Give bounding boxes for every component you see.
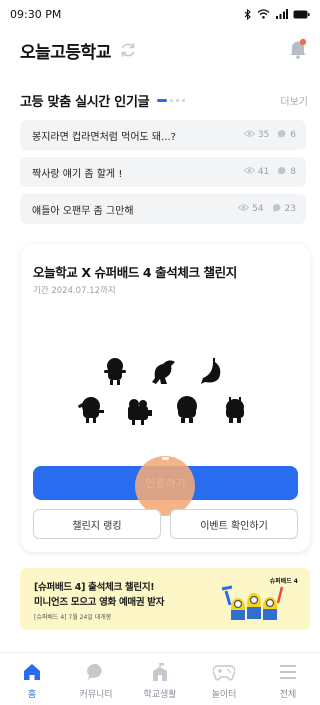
gamepad-icon <box>213 661 235 683</box>
minion-stamp-grid <box>21 356 310 436</box>
comment-count: 8 <box>290 167 296 177</box>
minion-silhouette-icon <box>125 396 153 426</box>
nav-label: 전체 <box>279 690 297 700</box>
status-icons <box>244 8 310 20</box>
minion-silhouette-icon <box>221 394 249 424</box>
post-title: 얘들아 오팬무 좀 그만해 <box>32 205 134 217</box>
post-title: 짝사랑 얘기 좀 할게 ! <box>32 168 123 180</box>
touch-indicator <box>135 456 195 516</box>
carousel-dot-active <box>157 98 168 102</box>
event-check-button[interactable]: 이벤트 확인하기 <box>170 509 298 539</box>
wifi-icon <box>257 9 270 19</box>
challenge-period: 기간 2024.07.12까지 <box>33 286 116 296</box>
section-title: 고등 맞춤 실시간 인기글 <box>20 94 150 110</box>
challenge-card: 오늘학교 X 슈퍼배드 4 출석체크 챌린지 기간 2024.07.12까지 인… <box>21 244 310 552</box>
hot-post-item[interactable]: 봉지라면 컵라면처럼 먹어도 돼...? 35 6 <box>20 120 306 150</box>
menu-icon <box>279 661 297 683</box>
carousel-indicator <box>157 98 186 102</box>
view-count: 35 <box>257 130 270 140</box>
minion-silhouette-icon <box>149 356 177 386</box>
nav-label: 커뮤니티 <box>79 690 113 700</box>
view-count: 41 <box>257 167 270 177</box>
comment-icon <box>277 166 287 179</box>
bell-icon[interactable] <box>288 38 308 64</box>
hot-post-item[interactable]: 얘들아 오팬무 좀 그만해 54 23 <box>20 194 306 224</box>
view-count: 54 <box>252 204 264 214</box>
banner-release-note: [슈퍼배드 4] 7월 24일 대개봉 <box>34 614 112 621</box>
battery-icon <box>293 10 310 19</box>
bottom-nav: 홈 커뮤니티 학교생활 놀이터 전체 <box>0 652 320 705</box>
comment-icon <box>277 129 287 142</box>
nav-label: 학교생활 <box>143 690 177 700</box>
banner-subheadline: 미니언즈 모으고 영화 예매권 받자 <box>34 597 165 608</box>
banner-headline: [슈퍼배드 4] 출석체크 챌린지! <box>34 582 155 593</box>
carousel-dot <box>182 98 186 102</box>
nav-label: 홈 <box>27 690 37 700</box>
status-time: 09:30 PM <box>10 7 62 21</box>
minions-illustration <box>220 583 290 627</box>
nav-item-all[interactable]: 전체 <box>256 653 320 705</box>
minion-silhouette-icon <box>173 394 201 424</box>
challenge-ranking-button[interactable]: 챌린지 랭킹 <box>33 509 161 539</box>
comment-count: 6 <box>290 130 296 140</box>
eye-icon <box>237 204 250 214</box>
bluetooth-icon <box>244 8 252 20</box>
post-title: 봉지라면 컵라면처럼 먹어도 돼...? <box>32 131 176 143</box>
nav-label: 놀이터 <box>211 690 237 700</box>
carousel-dot <box>170 98 174 102</box>
hot-post-list: 봉지라면 컵라면처럼 먹어도 돼...? 35 6 짝사랑 얘기 좀 할게 ! … <box>20 120 306 231</box>
minion-silhouette-icon <box>197 356 225 386</box>
more-link[interactable]: 더보기 <box>280 93 308 108</box>
school-icon <box>150 661 170 683</box>
nav-item-community[interactable]: 커뮤니티 <box>64 653 128 705</box>
comment-icon <box>272 203 282 216</box>
hot-post-item[interactable]: 짝사랑 얘기 좀 할게 ! 41 8 <box>20 157 306 187</box>
signal-icon <box>275 9 288 19</box>
comment-count: 23 <box>284 204 296 214</box>
school-name[interactable]: 오늘고등학교 <box>20 38 111 63</box>
post-meta: 41 8 <box>243 166 296 179</box>
home-icon <box>22 661 42 683</box>
nav-item-home[interactable]: 홈 <box>0 653 64 705</box>
minion-silhouette-icon <box>101 356 129 386</box>
hot-posts-header: 고등 맞춤 실시간 인기글 더보기 <box>0 88 320 112</box>
challenge-title: 오늘학교 X 슈퍼배드 4 출석체크 챌린지 <box>33 265 237 280</box>
nav-item-playground[interactable]: 놀이터 <box>192 653 256 705</box>
minion-silhouette-icon <box>77 394 105 424</box>
status-bar: 09:30 PM <box>0 0 320 28</box>
refresh-icon[interactable] <box>119 41 137 59</box>
post-meta: 35 6 <box>243 129 296 142</box>
touch-handle <box>162 457 169 460</box>
promo-banner[interactable]: [슈퍼배드 4] 출석체크 챌린지! 미니언즈 모으고 영화 예매권 받자 [슈… <box>20 568 310 630</box>
eye-icon <box>243 130 255 140</box>
carousel-dot <box>176 98 180 102</box>
chat-bubble-icon <box>86 661 106 683</box>
nav-item-school-life[interactable]: 학교생활 <box>128 653 192 705</box>
app-header: 오늘고등학교 <box>0 30 320 70</box>
post-meta: 54 23 <box>237 203 296 216</box>
eye-icon <box>243 167 255 177</box>
